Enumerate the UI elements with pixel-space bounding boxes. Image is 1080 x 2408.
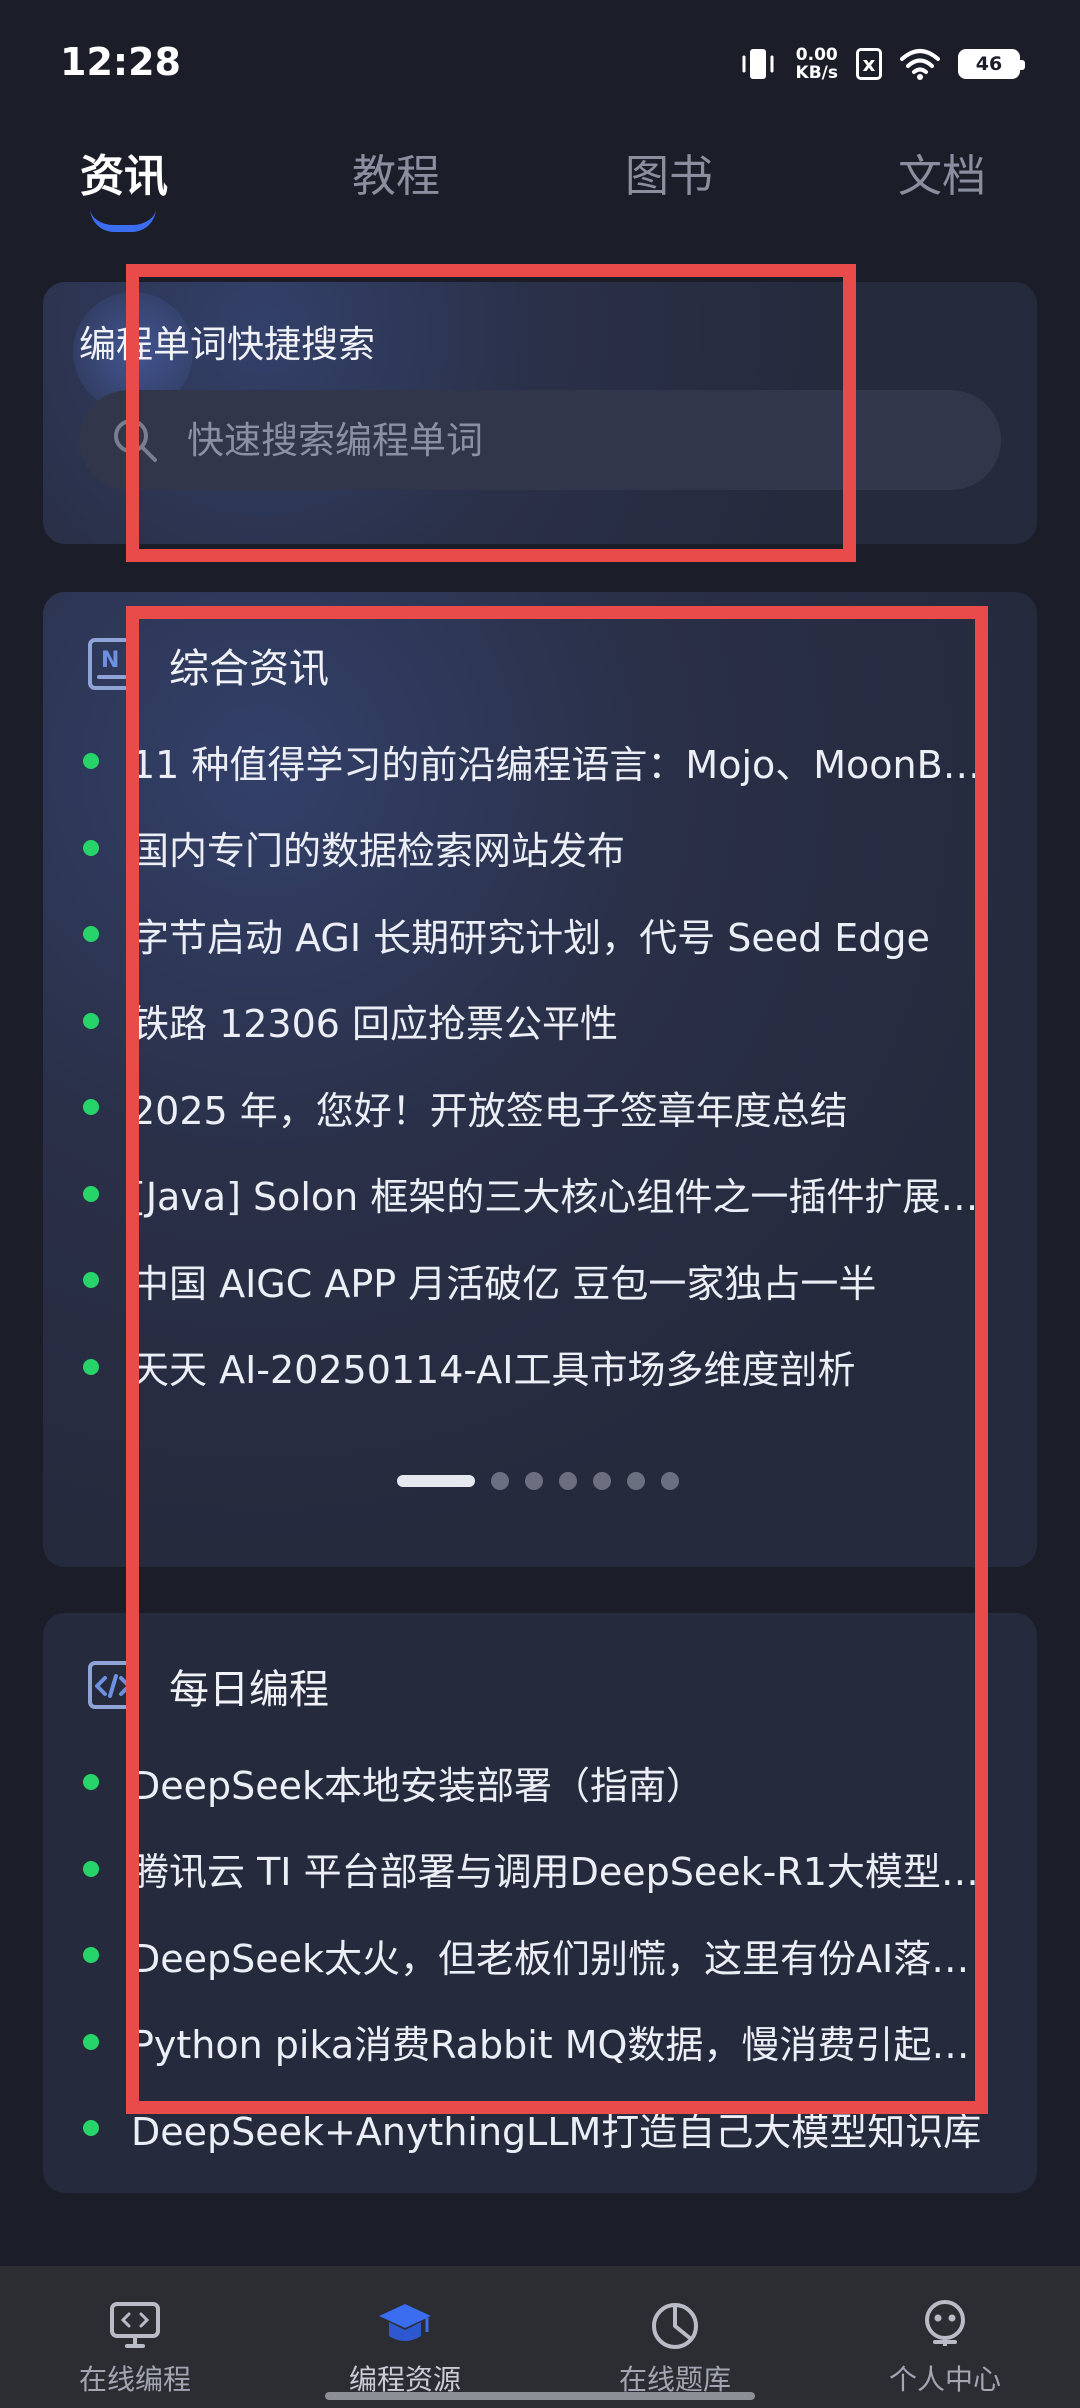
news-item-text: 2025 年，您好！开放签电子签章年度总结 <box>131 1088 848 1133</box>
news-item-text: 11 种值得学习的前沿编程语言：Mojo、MoonBit 等 <box>131 742 991 787</box>
pager-dot[interactable] <box>559 1472 577 1490</box>
pager-dot[interactable] <box>491 1472 509 1490</box>
news-item[interactable]: 中国 AIGC APP 月活破亿 豆包一家独占一半 <box>83 1237 991 1324</box>
sim-status-icon: x <box>856 48 882 80</box>
robot-face-icon <box>925 2300 965 2346</box>
news-item-text: 铁路 12306 回应抢票公平性 <box>131 1002 619 1047</box>
battery-level: 46 <box>975 53 1003 75</box>
svg-text:N: N <box>101 648 119 673</box>
news-item-text: [Java] Solon 框架的三大核心组件之一插件扩展体系 <box>131 1175 991 1220</box>
code-icon <box>88 1661 138 1709</box>
daily-item-text: DeepSeek本地安装部署（指南） <box>131 1763 705 1808</box>
news-item[interactable]: 国内专门的数据检索网站发布 <box>83 805 991 892</box>
tab-news[interactable]: 资讯 <box>80 140 168 204</box>
news-item[interactable]: 字节启动 AGI 长期研究计划，代号 Seed Edge <box>83 891 991 978</box>
status-bar: 12:28 0.00 KB/s x 46 <box>0 0 1080 128</box>
daily-item-text: 腾讯云 TI 平台部署与调用DeepSeek-R1大模型的实战 <box>131 1850 991 1895</box>
search-card-title: 编程单词快捷搜索 <box>79 323 375 366</box>
news-section-header: N 综合资讯 <box>87 636 329 694</box>
daily-coding-card: 每日编程 DeepSeek本地安装部署（指南） 腾讯云 TI 平台部署与调用De… <box>43 1613 1037 2193</box>
wifi-icon <box>900 49 940 80</box>
monitor-code-icon <box>110 2302 160 2348</box>
graduation-cap-icon <box>379 2304 431 2341</box>
daily-section-title: 每日编程 <box>169 1667 329 1713</box>
nav-coding-resources[interactable]: 编程资源 <box>270 2266 540 2408</box>
sim-label: x <box>862 52 876 76</box>
carousel-pager[interactable] <box>397 1472 679 1490</box>
word-search-card: 编程单词快捷搜索 <box>43 282 1037 544</box>
bullet-dot <box>83 1947 99 1964</box>
nav-profile[interactable]: 个人中心 <box>810 2266 1080 2408</box>
pager-dot[interactable] <box>661 1472 679 1490</box>
tab-docs[interactable]: 文档 <box>898 140 986 204</box>
search-bar[interactable] <box>79 390 1001 490</box>
daily-item-text: Python pika消费Rabbit MQ数据，慢消费引起的问题 <box>131 2023 991 2068</box>
pager-dot[interactable] <box>593 1472 611 1490</box>
bullet-dot <box>83 753 99 770</box>
bullet-dot <box>83 1012 99 1029</box>
news-item[interactable]: [Java] Solon 框架的三大核心组件之一插件扩展体系 <box>83 1151 991 1238</box>
daily-item-text: DeepSeek+AnythingLLM打造自己大模型知识库 <box>131 2109 982 2154</box>
tab-tutorials[interactable]: 教程 <box>352 140 440 204</box>
bullet-dot <box>83 2120 99 2137</box>
bullet-dot <box>83 1860 99 1877</box>
news-list: 11 种值得学习的前沿编程语言：Mojo、MoonBit 等 国内专门的数据检索… <box>83 718 991 1410</box>
bullet-dot <box>83 1272 99 1289</box>
status-icons: 0.00 KB/s x 46 <box>738 44 1025 84</box>
net-speed-value: 0.00 <box>795 45 838 65</box>
daily-list: DeepSeek本地安装部署（指南） 腾讯云 TI 平台部署与调用DeepSee… <box>83 1739 991 2172</box>
bullet-dot <box>83 2033 99 2050</box>
bullet-dot <box>83 926 99 943</box>
daily-item[interactable]: Python pika消费Rabbit MQ数据，慢消费引起的问题 <box>83 1999 991 2086</box>
active-tab-indicator <box>90 208 156 232</box>
daily-item[interactable]: DeepSeek本地安装部署（指南） <box>83 1739 991 1826</box>
bullet-dot <box>83 839 99 856</box>
daily-item[interactable]: DeepSeek+AnythingLLM打造自己大模型知识库 <box>83 2085 991 2172</box>
nav-label: 在线编程 <box>78 2363 191 2396</box>
news-item[interactable]: 11 种值得学习的前沿编程语言：Mojo、MoonBit 等 <box>83 718 991 805</box>
app-screen: 12:28 0.00 KB/s x 46 资讯 教程 图书 文档 编程单词快捷搜… <box>0 0 1080 2408</box>
pager-dot[interactable] <box>627 1472 645 1490</box>
news-item[interactable]: 天天 AI-20250114-AI工具市场多维度剖析 <box>83 1324 991 1411</box>
vibrate-icon <box>742 49 774 79</box>
battery-indicator: 46 <box>958 49 1025 79</box>
daily-item-text: DeepSeek太火，但老板们别慌，这里有份AI落地指南 <box>131 1936 991 1981</box>
news-item-text: 中国 AIGC APP 月活破亿 豆包一家独占一半 <box>131 1261 877 1306</box>
bullet-dot <box>83 1358 99 1375</box>
bullet-dot <box>83 1099 99 1116</box>
net-speed: 0.00 KB/s <box>796 46 838 82</box>
status-time: 12:28 <box>60 40 181 84</box>
daily-item[interactable]: 腾讯云 TI 平台部署与调用DeepSeek-R1大模型的实战 <box>83 1826 991 1913</box>
news-item[interactable]: 2025 年，您好！开放签电子签章年度总结 <box>83 1064 991 1151</box>
search-icon <box>114 419 157 462</box>
news-item-text: 国内专门的数据检索网站发布 <box>131 829 626 874</box>
news-card: N 综合资讯 11 种值得学习的前沿编程语言：Mojo、MoonBit 等 国内… <box>43 592 1037 1567</box>
news-item-text: 字节启动 AGI 长期研究计划，代号 Seed Edge <box>131 915 930 960</box>
search-input[interactable] <box>185 417 945 463</box>
net-speed-unit: KB/s <box>795 63 838 83</box>
pager-dot[interactable] <box>525 1472 543 1490</box>
bullet-dot <box>83 1774 99 1791</box>
bottom-navigation: 在线编程 编程资源 在线题库 个人中心 <box>0 2266 1080 2408</box>
news-section-title: 综合资讯 <box>169 646 329 692</box>
bullet-dot <box>83 1185 99 1202</box>
news-item-text: 天天 AI-20250114-AI工具市场多维度剖析 <box>131 1348 856 1393</box>
tab-books[interactable]: 图书 <box>625 140 713 204</box>
news-item[interactable]: 铁路 12306 回应抢票公平性 <box>83 978 991 1065</box>
top-tab-bar: 资讯 教程 图书 文档 <box>0 130 1080 240</box>
pager-dot-active[interactable] <box>397 1475 475 1487</box>
news-icon: N <box>88 638 136 690</box>
daily-item[interactable]: DeepSeek太火，但老板们别慌，这里有份AI落地指南 <box>83 1912 991 1999</box>
daily-section-header: 每日编程 <box>87 1657 329 1715</box>
nav-online-coding[interactable]: 在线编程 <box>0 2266 270 2408</box>
home-indicator[interactable] <box>325 2392 755 2400</box>
nav-question-bank[interactable]: 在线题库 <box>540 2266 810 2408</box>
pie-chart-icon <box>652 2303 698 2349</box>
nav-label: 个人中心 <box>888 2363 1001 2396</box>
